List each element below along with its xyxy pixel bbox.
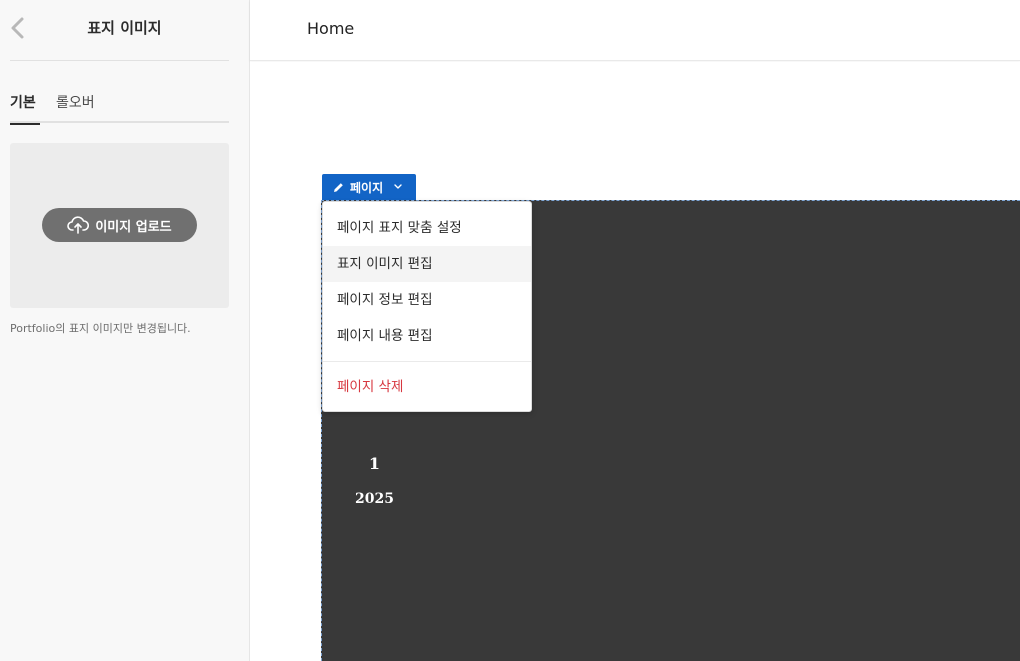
menu-item-edit-cover-image[interactable]: 표지 이미지 편집 [323, 246, 531, 282]
menu-item-delete-page[interactable]: 페이지 삭제 [323, 369, 531, 405]
upload-image-button[interactable]: 이미지 업로드 [42, 208, 197, 242]
menu-divider [323, 361, 531, 362]
page-dropdown-menu: 페이지 표지 맞춤 설정 표지 이미지 편집 페이지 정보 편집 페이지 내용 … [322, 201, 532, 412]
upload-image-label: 이미지 업로드 [95, 219, 172, 235]
tab-rollover[interactable]: 롤오버 [56, 92, 106, 123]
menu-item-customize-cover[interactable]: 페이지 표지 맞춤 설정 [323, 210, 531, 246]
menu-item-edit-page-info[interactable]: 페이지 정보 편집 [323, 282, 531, 318]
pencil-icon [334, 182, 343, 192]
page-menu-label: 페이지 [350, 180, 384, 195]
chevron-down-icon [394, 184, 402, 189]
cloud-upload-icon [67, 216, 90, 234]
page-title: Home [307, 19, 355, 38]
app-root: 표지 이미지 기본 롤오버 이미지 업로드 Portfolio의 표지 이미지만… [0, 0, 1020, 661]
top-bar: Home [250, 0, 1020, 61]
menu-item-edit-page-content[interactable]: 페이지 내용 편집 [323, 318, 531, 354]
cover-image-note: Portfolio의 표지 이미지만 변경됩니다. [10, 322, 191, 335]
image-upload-area[interactable]: 이미지 업로드 [10, 143, 229, 308]
page-cover-number: 1 [368, 454, 381, 473]
tab-basic[interactable]: 기본 [10, 92, 40, 125]
cover-image-tabs: 기본 롤오버 [10, 92, 229, 125]
sidebar-title: 표지 이미지 [87, 19, 162, 37]
sidebar-divider [10, 60, 229, 61]
page-menu-button[interactable]: 페이지 [322, 174, 416, 200]
sidebar-header: 표지 이미지 [0, 0, 249, 56]
page-cover-year: 2025 [355, 491, 394, 507]
sidebar-panel: 표지 이미지 기본 롤오버 이미지 업로드 Portfolio의 표지 이미지만… [0, 0, 250, 661]
